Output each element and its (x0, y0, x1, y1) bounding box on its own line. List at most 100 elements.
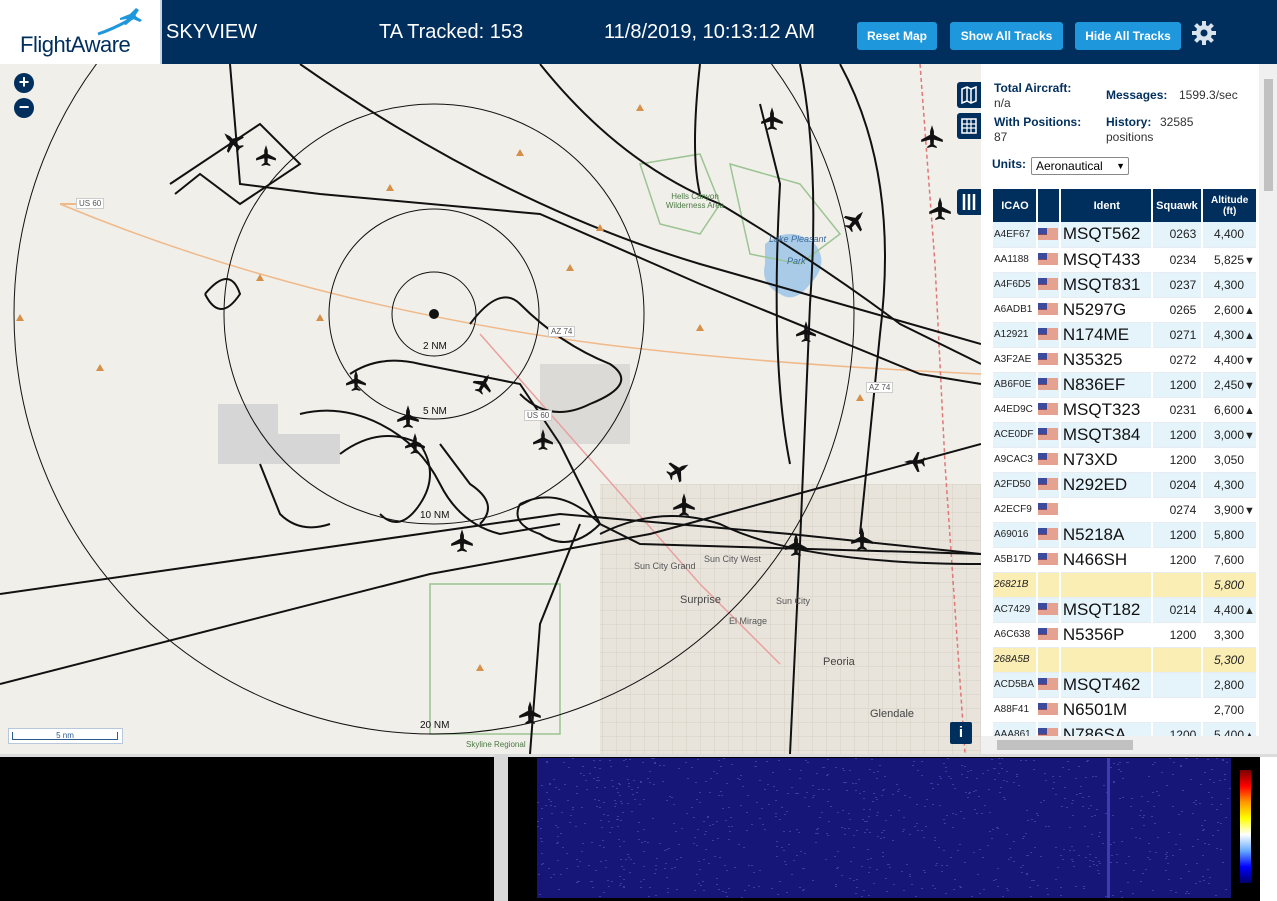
cell-icao: 268A5B (993, 647, 1038, 673)
table-row[interactable]: 268A5B 5,300 (993, 647, 1258, 673)
altitude-value: 4,400 (1213, 352, 1244, 367)
flightaware-logo[interactable]: FlightAware (0, 0, 162, 64)
spectrum-side-panel (1260, 757, 1277, 901)
zoom-in-button[interactable]: + (14, 73, 34, 93)
altitude-value: 5,300 (1213, 652, 1244, 667)
show-all-tracks-button[interactable]: Show All Tracks (950, 22, 1063, 50)
table-row[interactable]: ACE0DF MSQT384 1200 3,000▼ (993, 422, 1258, 448)
cell-ident: MSQT323 (1059, 397, 1153, 423)
cell-ident: MSQT831 (1059, 272, 1153, 298)
altitude-value: 3,000 (1213, 427, 1244, 442)
hide-all-tracks-button[interactable]: Hide All Tracks (1075, 22, 1181, 50)
table-header: ICAO Ident Squawk Altitude (ft) (993, 189, 1258, 222)
us-flag-icon (1038, 628, 1059, 641)
altitude-value: 2,450 (1213, 377, 1244, 392)
aircraft-table: ICAO Ident Squawk Altitude (ft) A4EF67 MS… (993, 189, 1258, 748)
cell-altitude: 5,300 (1202, 647, 1258, 673)
cell-ident: N836EF (1059, 372, 1153, 398)
units-select[interactable]: Aeronautical ▼ (1031, 157, 1129, 175)
panel-vertical-scrollbar[interactable] (1259, 64, 1277, 736)
cell-altitude: 4,400▼ (1202, 347, 1258, 373)
gear-icon[interactable] (1191, 20, 1217, 46)
cell-icao: A4ED9C (993, 397, 1038, 423)
map-icon (961, 85, 977, 105)
scroll-thumb[interactable] (1264, 79, 1273, 191)
table-row[interactable]: A4F6D5 MSQT831 0237 4,300 (993, 272, 1258, 298)
table-row[interactable]: 26821B 5,800 (993, 572, 1258, 598)
us-flag-icon (1038, 228, 1059, 241)
zoom-out-button[interactable]: − (14, 98, 34, 118)
grid-toggle-button[interactable] (957, 113, 981, 139)
col-squawk[interactable]: Squawk (1151, 189, 1204, 222)
table-row[interactable]: A6ADB1 N5297G 0265 2,600▲ (993, 297, 1258, 323)
table-row[interactable]: A2ECF9 0274 3,900▼ (993, 497, 1258, 523)
place-label: Sun City Grand (634, 561, 696, 571)
table-row[interactable]: A88F41 N6501M 2,700 (993, 697, 1258, 723)
with-positions-value: 87 (994, 130, 1008, 144)
cell-flag (1036, 347, 1061, 373)
spectrum-waterfall[interactable] (537, 758, 1231, 898)
col-flag[interactable] (1036, 189, 1061, 222)
reset-map-button[interactable]: Reset Map (857, 22, 937, 50)
panel-horizontal-scrollbar[interactable] (981, 736, 1277, 754)
cell-altitude: 5,825▼ (1202, 247, 1258, 273)
cell-icao: ACD5BA (993, 672, 1038, 698)
urban-area (600, 484, 981, 754)
table-row[interactable]: AB6F0E N836EF 1200 2,450▼ (993, 372, 1258, 398)
altitude-trend-icon: ▲ (1244, 404, 1255, 417)
cell-flag (1036, 672, 1061, 698)
cell-flag (1036, 547, 1061, 573)
table-row[interactable]: A3F2AE N35325 0272 4,400▼ (993, 347, 1258, 373)
cell-squawk (1151, 647, 1204, 673)
map-view[interactable]: 2 NM 5 NM 10 NM 20 NM Sun City Grand Sun… (0, 64, 981, 754)
table-row[interactable]: ACD5BA MSQT462 2,800 (993, 672, 1258, 698)
cell-ident: MSQT182 (1059, 597, 1153, 623)
altitude-value: 4,400 (1213, 227, 1244, 242)
col-altitude[interactable]: Altitude (ft) (1202, 189, 1258, 222)
altitude-trend-icon: ▲ (1244, 329, 1255, 342)
table-row[interactable]: AA1188 MSQT433 0234 5,825▼ (993, 247, 1258, 273)
cell-altitude: 2,600▲ (1202, 297, 1258, 323)
cell-squawk: 0271 (1151, 322, 1204, 348)
us-flag-icon (1038, 503, 1059, 516)
col-ident[interactable]: Ident (1059, 189, 1153, 222)
cell-squawk: 1200 (1151, 522, 1204, 548)
table-row[interactable]: A4EF67 MSQT562 0263 4,400 (993, 222, 1258, 248)
cell-flag (1036, 497, 1061, 523)
table-row[interactable]: A69016 N5218A 1200 5,800 (993, 522, 1258, 548)
altitude-value: 7,600 (1213, 552, 1244, 567)
current-datetime: 11/8/2019, 10:13:12 AM (604, 21, 815, 43)
table-row[interactable]: A9CAC3 N73XD 1200 3,050 (993, 447, 1258, 473)
table-row[interactable]: A5B17D N466SH 1200 7,600 (993, 547, 1258, 573)
table-row[interactable]: A12921 N174ME 0271 4,300▲ (993, 322, 1258, 348)
column-toggle-button[interactable] (957, 189, 981, 215)
divider[interactable] (494, 754, 508, 901)
place-label: Sun City (776, 596, 811, 606)
history-value: 32585 (1160, 115, 1194, 129)
map-canvas[interactable] (0, 64, 981, 754)
altitude-trend-icon: ▼ (1244, 254, 1255, 267)
waterfall-noise (537, 758, 1231, 898)
table-row[interactable]: AC7429 MSQT182 0214 4,400▲ (993, 597, 1258, 623)
info-button[interactable]: i (950, 722, 972, 744)
altitude-value: 5,800 (1213, 577, 1244, 592)
table-row[interactable]: A6C638 N5356P 1200 3,300 (993, 622, 1258, 648)
us-flag-icon (1038, 553, 1059, 566)
us-flag-icon (1038, 353, 1059, 366)
altitude-value: 3,900 (1213, 502, 1244, 517)
road-label: US 60 (76, 198, 105, 209)
cell-icao: A6C638 (993, 622, 1038, 648)
cell-altitude: 5,800 (1202, 522, 1258, 548)
app-window: { "header": { "brand": "FlightAware", "s… (0, 0, 1277, 901)
cell-icao: AA1188 (993, 247, 1038, 273)
col-icao[interactable]: ICAO (993, 189, 1038, 222)
cell-ident (1059, 647, 1153, 673)
table-row[interactable]: A2FD50 N292ED 0204 4,300 (993, 472, 1258, 498)
map-type-button[interactable] (957, 82, 981, 108)
us-flag-icon (1038, 428, 1059, 441)
cell-squawk: 0231 (1151, 397, 1204, 423)
altitude-value: 6,600 (1213, 402, 1244, 417)
table-row[interactable]: A4ED9C MSQT323 0231 6,600▲ (993, 397, 1258, 423)
messages-label: Messages: (1106, 88, 1168, 102)
scroll-thumb[interactable] (997, 740, 1133, 750)
